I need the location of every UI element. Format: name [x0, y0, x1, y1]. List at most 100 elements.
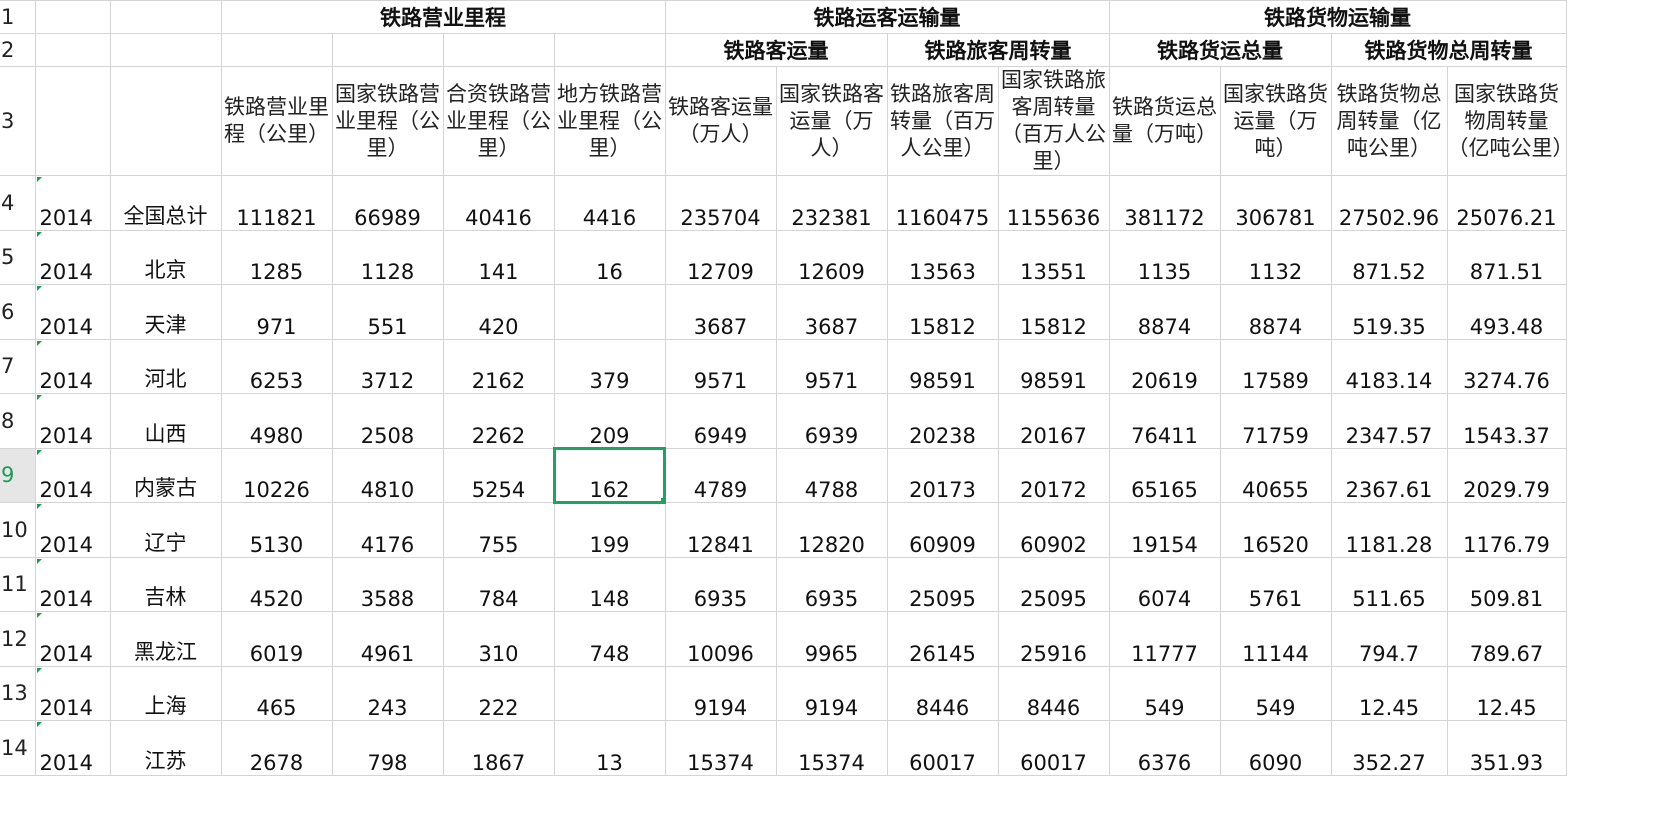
value-cell[interactable]: 5761 [1219, 556, 1332, 612]
column-header[interactable]: 国家铁路营业里程（公里） [331, 66, 444, 176]
value-cell[interactable]: 60017 [997, 720, 1110, 776]
subgroup-freight-volume[interactable]: 铁路货运总量 [1108, 33, 1332, 67]
row-header[interactable]: 2 [0, 33, 36, 67]
row-header[interactable]: 7 [0, 338, 36, 394]
value-cell[interactable]: 2678 [220, 720, 333, 776]
year-cell[interactable]: 2014 [34, 284, 111, 340]
value-cell[interactable]: 76411 [1108, 393, 1221, 449]
region-cell[interactable]: 黑龙江 [109, 611, 222, 667]
value-cell[interactable]: 16520 [1219, 502, 1332, 558]
value-cell[interactable]: 9965 [775, 611, 888, 667]
column-header[interactable]: 铁路客运量（万人） [664, 66, 777, 176]
value-cell[interactable]: 4961 [331, 611, 444, 667]
group-header-mileage[interactable]: 铁路营业里程 [220, 0, 666, 34]
column-header[interactable]: 铁路营业里程（公里） [220, 66, 333, 176]
column-header[interactable]: 国家铁路客运量（万人） [775, 66, 888, 176]
value-cell[interactable]: 15812 [886, 284, 999, 340]
year-cell[interactable]: 2014 [34, 502, 111, 558]
cell[interactable] [331, 33, 444, 67]
value-cell[interactable]: 60909 [886, 502, 999, 558]
value-cell[interactable]: 12820 [775, 502, 888, 558]
value-cell[interactable]: 748 [553, 611, 666, 667]
region-cell[interactable]: 全国总计 [109, 175, 222, 231]
value-cell[interactable]: 40655 [1219, 447, 1332, 503]
value-cell[interactable]: 11144 [1219, 611, 1332, 667]
value-cell[interactable] [553, 284, 666, 340]
value-cell[interactable]: 420 [442, 284, 555, 340]
value-cell[interactable]: 6939 [775, 393, 888, 449]
value-cell[interactable]: 1160475 [886, 175, 999, 231]
value-cell[interactable]: 17589 [1219, 338, 1332, 394]
year-cell[interactable]: 2014 [34, 338, 111, 394]
column-header[interactable]: 地方铁路营业里程（公里） [553, 66, 666, 176]
row-header[interactable]: 11 [0, 556, 36, 612]
cell[interactable] [553, 33, 666, 67]
group-header-passenger[interactable]: 铁路运客运输量 [664, 0, 1110, 34]
value-cell[interactable]: 20238 [886, 393, 999, 449]
row-header[interactable]: 10 [0, 502, 36, 558]
value-cell[interactable]: 1128 [331, 229, 444, 285]
value-cell[interactable]: 235704 [664, 175, 777, 231]
value-cell[interactable]: 4520 [220, 556, 333, 612]
value-cell[interactable]: 199 [553, 502, 666, 558]
row-header[interactable]: 14 [0, 720, 36, 776]
value-cell[interactable]: 2029.79 [1446, 447, 1567, 503]
value-cell[interactable]: 16 [553, 229, 666, 285]
value-cell[interactable]: 40416 [442, 175, 555, 231]
cell[interactable] [442, 33, 555, 67]
value-cell[interactable]: 465 [220, 665, 333, 721]
value-cell[interactable]: 3687 [664, 284, 777, 340]
cell[interactable] [109, 33, 222, 67]
value-cell[interactable]: 794.7 [1330, 611, 1448, 667]
column-header[interactable]: 国家铁路旅客周转量（百万人公里） [997, 66, 1110, 176]
value-cell[interactable]: 6935 [664, 556, 777, 612]
value-cell[interactable]: 26145 [886, 611, 999, 667]
value-cell[interactable]: 1155636 [997, 175, 1110, 231]
value-cell[interactable]: 379 [553, 338, 666, 394]
region-cell[interactable]: 辽宁 [109, 502, 222, 558]
row-header[interactable]: 6 [0, 284, 36, 340]
value-cell[interactable]: 8446 [997, 665, 1110, 721]
value-cell[interactable]: 1181.28 [1330, 502, 1448, 558]
value-cell[interactable]: 71759 [1219, 393, 1332, 449]
group-header-freight[interactable]: 铁路货物运输量 [1108, 0, 1567, 34]
year-cell[interactable]: 2014 [34, 447, 111, 503]
value-cell[interactable]: 784 [442, 556, 555, 612]
value-cell[interactable]: 351.93 [1446, 720, 1567, 776]
value-cell[interactable]: 111821 [220, 175, 333, 231]
value-cell[interactable]: 65165 [1108, 447, 1221, 503]
year-cell[interactable]: 2014 [34, 611, 111, 667]
column-header[interactable]: 铁路旅客周转量（百万人公里） [886, 66, 999, 176]
value-cell[interactable]: 8874 [1219, 284, 1332, 340]
value-cell[interactable]: 2262 [442, 393, 555, 449]
value-cell[interactable]: 6090 [1219, 720, 1332, 776]
value-cell[interactable]: 9194 [664, 665, 777, 721]
cell[interactable] [220, 33, 333, 67]
value-cell[interactable]: 511.65 [1330, 556, 1448, 612]
value-cell[interactable]: 6949 [664, 393, 777, 449]
row-header[interactable]: 12 [0, 611, 36, 667]
value-cell[interactable]: 141 [442, 229, 555, 285]
region-cell[interactable]: 江苏 [109, 720, 222, 776]
year-cell[interactable]: 2014 [34, 665, 111, 721]
value-cell[interactable]: 1176.79 [1446, 502, 1567, 558]
year-cell[interactable]: 2014 [34, 393, 111, 449]
value-cell[interactable]: 4980 [220, 393, 333, 449]
row-header[interactable]: 5 [0, 229, 36, 285]
value-cell[interactable]: 25076.21 [1446, 175, 1567, 231]
column-header[interactable]: 合资铁路营业里程（公里） [442, 66, 555, 176]
value-cell[interactable]: 549 [1219, 665, 1332, 721]
region-cell[interactable]: 山西 [109, 393, 222, 449]
value-cell[interactable]: 798 [331, 720, 444, 776]
value-cell[interactable]: 4183.14 [1330, 338, 1448, 394]
value-cell[interactable]: 12709 [664, 229, 777, 285]
value-cell[interactable]: 12841 [664, 502, 777, 558]
value-cell[interactable]: 352.27 [1330, 720, 1448, 776]
value-cell[interactable]: 1135 [1108, 229, 1221, 285]
value-cell[interactable]: 2347.57 [1330, 393, 1448, 449]
value-cell[interactable]: 98591 [886, 338, 999, 394]
value-cell[interactable]: 60017 [886, 720, 999, 776]
value-cell[interactable]: 10226 [220, 447, 333, 503]
value-cell[interactable]: 4788 [775, 447, 888, 503]
cell[interactable] [109, 66, 222, 176]
